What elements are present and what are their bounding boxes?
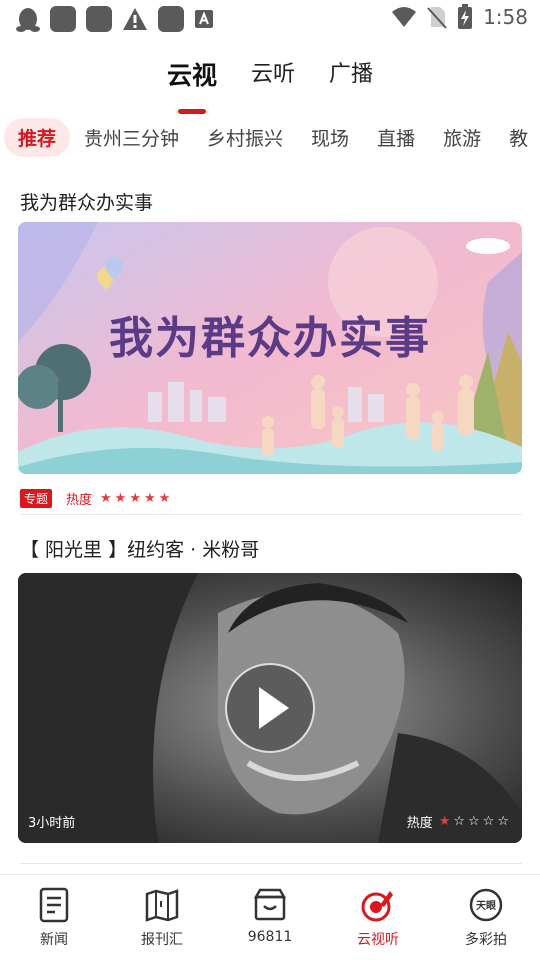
nav-duocaipai[interactable]: 天眼 多彩拍 (432, 875, 540, 960)
tab-yunting[interactable]: 云听 (251, 52, 295, 104)
radar-note-icon (361, 891, 393, 922)
camera-stamp-icon: 天眼 (469, 888, 503, 922)
category-scroller[interactable]: 推荐 贵州三分钟 乡村振兴 现场 直播 旅游 教 (0, 114, 540, 160)
nav-news[interactable]: 新闻 (0, 875, 108, 960)
status-bar-notifications (16, 6, 214, 32)
heat-label: 热度 (66, 493, 93, 508)
svg-text:天眼: 天眼 (476, 900, 496, 912)
category-rural-revival[interactable]: 乡村振兴 (193, 118, 297, 157)
category-travel[interactable]: 旅游 (429, 118, 495, 157)
heat-label: 热度 (406, 816, 433, 831)
category-live[interactable]: 直播 (363, 118, 429, 157)
document-icon (39, 887, 69, 923)
nav-label: 报刊汇 (141, 932, 183, 948)
status-bar: 1:58 (0, 0, 540, 36)
nav-label: 96811 (247, 929, 293, 945)
feed-item-banner[interactable]: 我为群众办实事 (18, 222, 522, 474)
feed-divider (20, 863, 522, 864)
wifi-icon (392, 7, 417, 27)
nav-label: 云视听 (357, 932, 399, 948)
category-list: 推荐 贵州三分钟 乡村振兴 现场 直播 旅游 教 (0, 114, 540, 160)
nav-label: 多彩拍 (465, 932, 507, 948)
warning-icon (123, 8, 147, 30)
heat-star-rating: ★☆☆☆☆ (438, 814, 512, 829)
play-button[interactable] (225, 663, 315, 753)
category-guizhou-3min[interactable]: 贵州三分钟 (70, 118, 193, 157)
feed-divider (20, 514, 522, 515)
category-education[interactable]: 教 (495, 118, 540, 157)
banner-headline: 我为群众办实事 (109, 313, 431, 364)
battery-charging-icon (458, 4, 473, 29)
play-icon (259, 687, 289, 729)
feed-item-title[interactable]: 我为群众办实事 (20, 188, 153, 215)
store-icon (253, 888, 287, 921)
nav-newspapers[interactable]: 报刊汇 (108, 875, 216, 960)
nav-label: 新闻 (40, 932, 68, 948)
topic-badge: 专题 (20, 489, 53, 508)
category-scene[interactable]: 现场 (297, 118, 363, 157)
status-bar-system: 1:58 (391, 4, 528, 30)
nav-yunshiting[interactable]: 云视听 (324, 875, 432, 960)
tab-label: 云听 (250, 62, 295, 87)
feed-item-meta: 专题 热度 ★★★★★ (20, 489, 173, 508)
qq-penguin-icon (16, 8, 40, 32)
tab-label: 广播 (329, 62, 374, 87)
publish-time: 3小时前 (28, 816, 76, 831)
app-square-icon (158, 6, 184, 32)
tab-guangbo[interactable]: 广播 (329, 52, 373, 104)
video-heat: 热度 ★☆☆☆☆ (407, 812, 512, 831)
feed-item-video[interactable]: 3小时前 热度 ★☆☆☆☆ (18, 573, 522, 843)
tab-label: 云视 (166, 61, 217, 90)
heat-star-rating: ★★★★★ (100, 491, 174, 506)
status-time: 1:58 (483, 5, 528, 29)
newspaper-map-icon (145, 889, 179, 922)
no-sim-icon (427, 7, 447, 29)
font-a-icon (195, 10, 213, 28)
nav-96811[interactable]: 96811 (216, 875, 324, 960)
category-recommend[interactable]: 推荐 (4, 117, 71, 157)
tab-yunshi[interactable]: 云视 (166, 52, 217, 114)
top-tab-bar: 云视 云听 广播 (0, 52, 540, 114)
app-square-icon (50, 6, 76, 32)
app-square-icon (86, 6, 112, 32)
feed-item-title[interactable]: 【 阳光里 】纽约客 · 米粉哥 (20, 535, 259, 562)
bottom-nav: 新闻 报刊汇 96811 云视听 天眼 多彩拍 (0, 874, 540, 960)
